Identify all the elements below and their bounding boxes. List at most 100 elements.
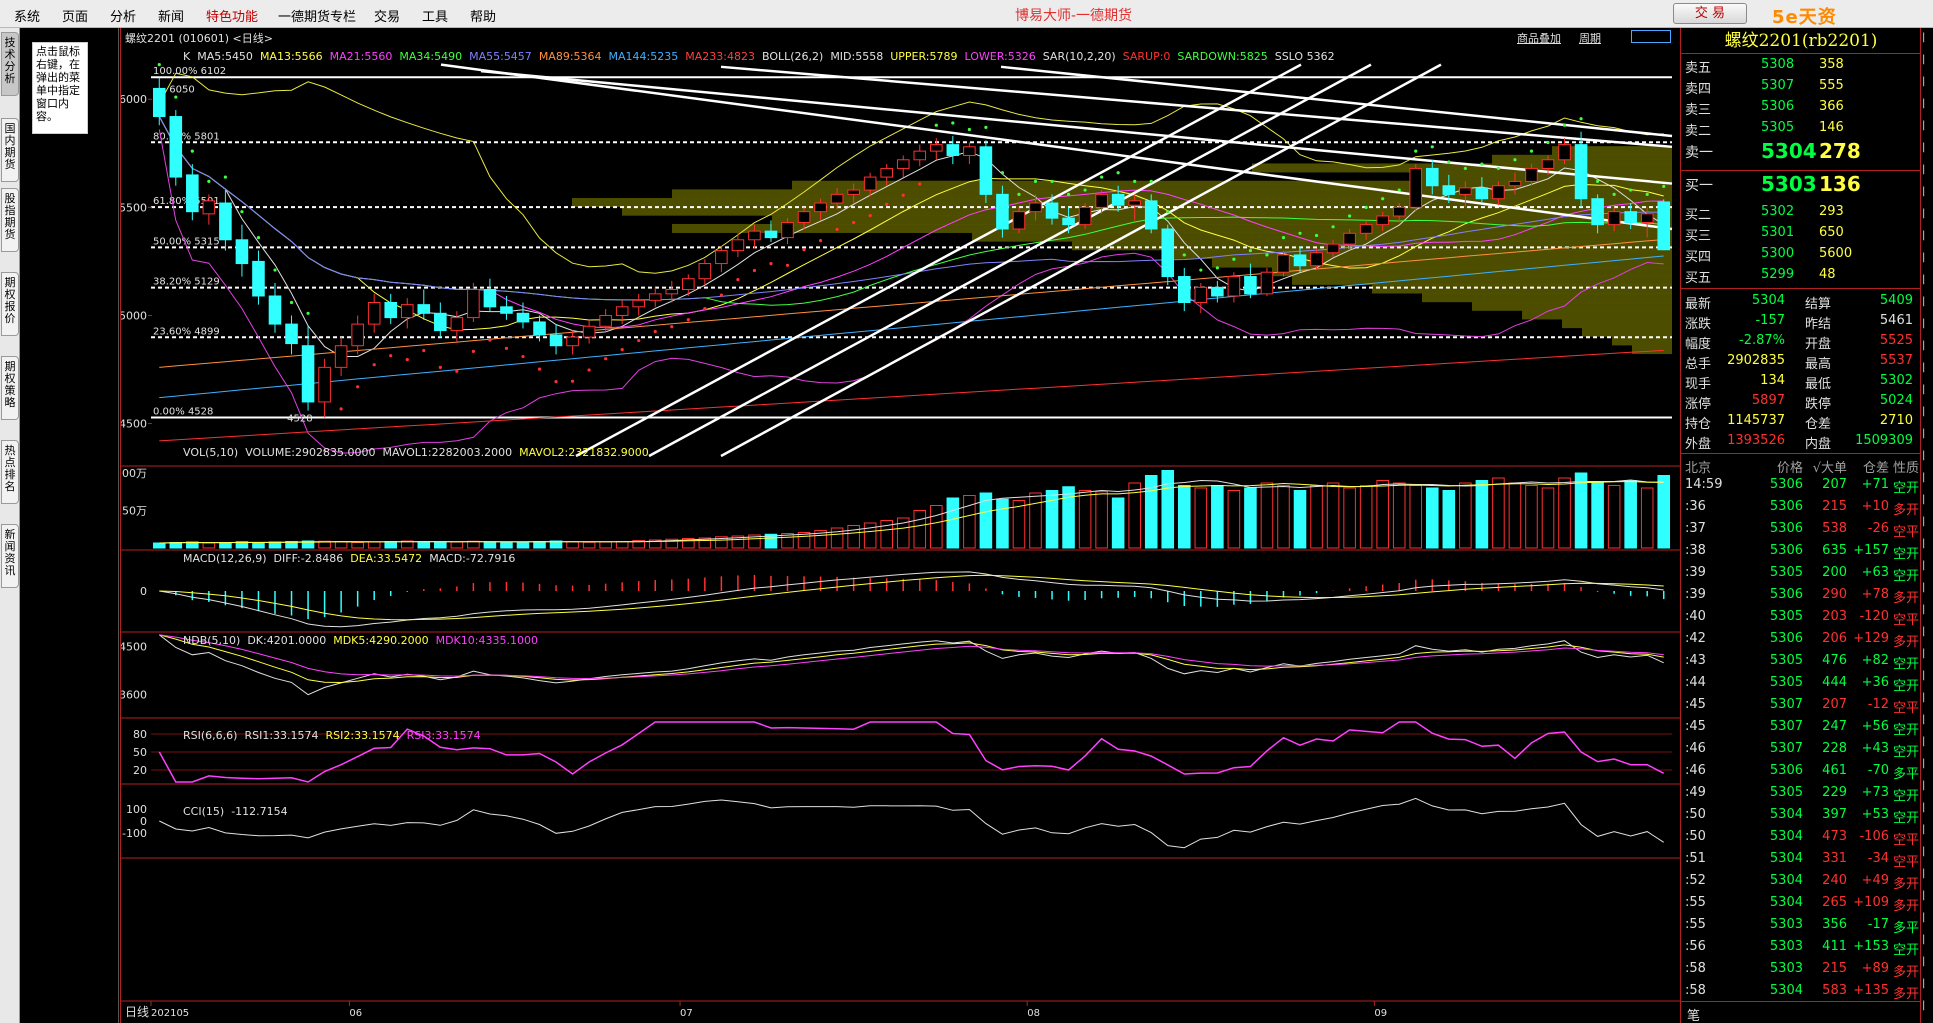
- order-book-row[interactable]: 买五 5299 48: [1681, 265, 1921, 286]
- order-book-label: 卖一: [1685, 145, 1713, 161]
- volume-bar: [351, 542, 364, 549]
- candle-body: [1277, 254, 1290, 273]
- volume-profile-bar: [1632, 345, 1672, 355]
- tab-domestic-futures[interactable]: 国内期货: [1, 118, 19, 182]
- sar-dot: [752, 268, 757, 273]
- volume-bar: [1475, 480, 1489, 549]
- order-book-row[interactable]: 买二 5302 293: [1681, 202, 1921, 223]
- ruler-tick: |: [1922, 560, 1926, 571]
- order-book-separator: [1681, 170, 1921, 171]
- tick-price: 5306: [1769, 477, 1803, 492]
- candle-body: [400, 304, 414, 319]
- menu-help[interactable]: 帮助: [470, 6, 496, 25]
- order-book-row[interactable]: 买一 5303 136: [1681, 172, 1921, 196]
- order-book-row[interactable]: 买四 5300 5600: [1681, 244, 1921, 265]
- sar-dot: [1562, 123, 1567, 127]
- volume-bar: [615, 541, 629, 549]
- candle-body: [1442, 185, 1456, 195]
- rsi-legend-rsi2: RSI2:33.1574: [325, 729, 400, 742]
- candle-body: [1211, 286, 1224, 297]
- ruler-tick: |: [1922, 164, 1926, 175]
- tick-nature: 多开: [1893, 965, 1920, 980]
- tab-index-futures[interactable]: 股指期货: [1, 188, 19, 252]
- order-book-row[interactable]: 卖五 5308 358: [1681, 55, 1921, 76]
- rsi-axis-label: 50: [133, 746, 147, 759]
- candle-body: [1591, 198, 1604, 226]
- volume-bar: [930, 505, 943, 549]
- tick-nature: 空开: [1893, 789, 1920, 804]
- menu-features[interactable]: 特色功能: [206, 6, 258, 25]
- tip-text: 点击鼠标右键，在弹出的菜单中指定窗口内容。: [32, 42, 88, 134]
- volume-bar: [1045, 490, 1059, 549]
- main-legend: K MA5:5450 MA13:5566 MA21:5560 MA34:5490…: [183, 50, 1335, 63]
- sar-dot: [719, 293, 723, 297]
- order-book-label: 买五: [1685, 271, 1712, 286]
- volume-bar: [252, 542, 265, 549]
- order-book-vol: 146: [1819, 120, 1844, 135]
- volume-bar: [1492, 477, 1505, 549]
- tick-price: 5304: [1769, 807, 1803, 822]
- ruler-tick: |: [1922, 472, 1926, 483]
- tick-row: :44 5305 444 +36 空开: [1681, 673, 1921, 695]
- stat-v1: 5897: [1751, 393, 1785, 408]
- volume-bar: [467, 540, 480, 549]
- order-book-vol: 136: [1819, 172, 1861, 196]
- candle-body: [285, 323, 298, 345]
- tick-oi: +73: [1861, 785, 1889, 800]
- order-book-row[interactable]: 卖四 5307 555: [1681, 76, 1921, 97]
- order-book-vol: 366: [1819, 99, 1844, 114]
- menu-system[interactable]: 系统: [14, 6, 40, 25]
- volume-bar: [566, 541, 579, 549]
- menu-news[interactable]: 新闻: [158, 6, 184, 25]
- sar-dot: [471, 349, 475, 353]
- tick-row: :36 5306 215 +10 多开: [1681, 497, 1921, 519]
- tick-nature: 空开: [1893, 679, 1920, 694]
- tick-oi: -120: [1859, 609, 1889, 624]
- chart-window-controls[interactable]: [1631, 30, 1671, 43]
- order-book-row[interactable]: 卖二 5305 146: [1681, 118, 1921, 139]
- candle-body: [1607, 211, 1621, 226]
- tick-price: 5303: [1769, 939, 1803, 954]
- order-book-row[interactable]: 卖三 5306 366: [1681, 97, 1921, 118]
- candle-body: [1409, 167, 1423, 208]
- stat-row: 外盘 1393526 内盘 1509309: [1681, 431, 1921, 452]
- volume-bar: [334, 541, 348, 549]
- chart-area[interactable]: 螺纹2201 (010601) <日线> 商品叠加 周期 100.00% 610…: [120, 28, 1680, 1023]
- candle-body: [1558, 144, 1571, 161]
- ruler-tick: |: [1922, 450, 1926, 461]
- menu-tools[interactable]: 工具: [422, 6, 448, 25]
- order-book-row[interactable]: 卖一 5304 278: [1681, 139, 1921, 163]
- tick-oi: -17: [1867, 917, 1889, 932]
- tab-hot-ranking[interactable]: 热点排名: [1, 440, 19, 504]
- candle-body: [979, 146, 993, 195]
- sar-dot: [1232, 257, 1236, 261]
- ndb-axis-label: 3600: [121, 689, 147, 702]
- quote-title: 螺纹2201(rb2201): [1681, 28, 1921, 54]
- trade-button[interactable]: 交 易: [1673, 3, 1747, 24]
- tick-nature: 空开: [1893, 811, 1920, 826]
- candle-body: [334, 345, 348, 368]
- menu-analysis[interactable]: 分析: [110, 6, 136, 25]
- order-book-label: 卖四: [1685, 82, 1712, 97]
- sar-dot: [554, 380, 558, 384]
- tick-header-time: 北京: [1685, 461, 1712, 476]
- tab-option-strategy[interactable]: 期权策略: [1, 356, 19, 420]
- tab-option-quotes[interactable]: 期权报价: [1, 272, 19, 336]
- tick-nature: 空开: [1893, 569, 1920, 584]
- ruler-tick: |: [1922, 934, 1926, 945]
- stat-l2: 最低: [1805, 377, 1832, 392]
- period-link[interactable]: 周期: [1579, 30, 1601, 46]
- ruler-tick: |: [1922, 230, 1926, 241]
- tab-news-info[interactable]: 新闻资讯: [1, 524, 19, 588]
- menu-trade[interactable]: 交易: [374, 6, 400, 25]
- tab-technical-analysis[interactable]: 技术分析: [1, 32, 19, 96]
- tick-time: :58: [1685, 961, 1706, 976]
- order-book-row[interactable]: 买三 5301 650: [1681, 223, 1921, 244]
- sar-dot: [868, 213, 872, 218]
- ruler-tick: |: [1922, 120, 1926, 131]
- overlay-commodity-link[interactable]: 商品叠加: [1517, 30, 1561, 46]
- candle-body: [599, 314, 612, 327]
- menu-yide-column[interactable]: 一德期货专栏: [278, 6, 356, 25]
- stat-v1: 5304: [1751, 293, 1785, 308]
- menu-page[interactable]: 页面: [62, 6, 88, 25]
